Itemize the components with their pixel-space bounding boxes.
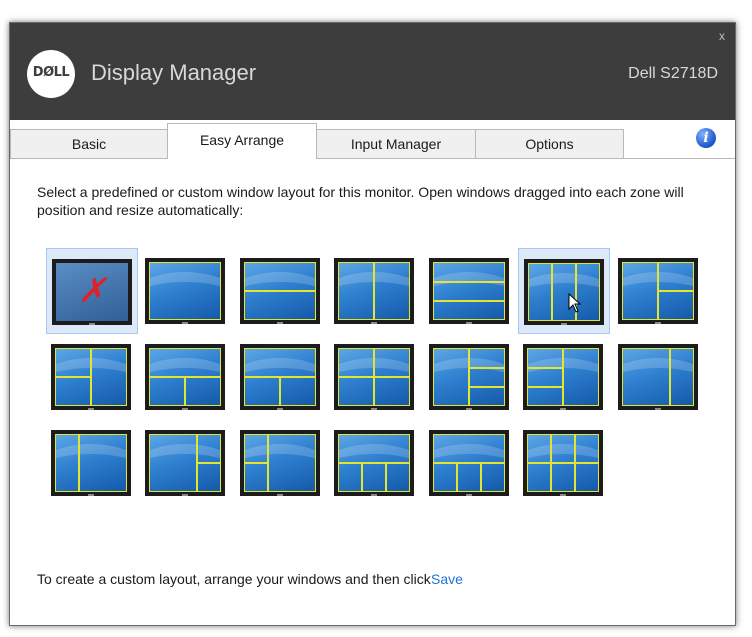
dell-logo-text: DØLL: [32, 65, 70, 80]
monitor-thumbnail: ✗: [52, 259, 132, 325]
dell-logo: DØLL: [27, 50, 75, 98]
layout-custom[interactable]: ✗: [46, 248, 138, 334]
custom-layout-instructions: To create a custom layout, arrange your …: [37, 571, 431, 587]
tab-bar: Basic Easy Arrange Input Manager Options…: [10, 120, 735, 159]
tab-options[interactable]: Options: [475, 129, 624, 158]
layout-left-plus-three[interactable]: [424, 334, 516, 420]
layout-three-left-plus-right[interactable]: [518, 334, 610, 420]
layout-quad[interactable]: [329, 334, 421, 420]
layout-three-horizontal[interactable]: [424, 248, 516, 334]
tab-basic[interactable]: Basic: [10, 129, 168, 158]
layout-grid-b[interactable]: [140, 334, 232, 420]
layout-six-grid[interactable]: [518, 420, 610, 506]
display-manager-window: DØLL Display Manager Dell S2718D x Basic…: [9, 22, 736, 626]
layout-split-left-wide-right[interactable]: [235, 420, 327, 506]
instructions-text: Select a predefined or custom window lay…: [37, 184, 684, 218]
tab-easy-arrange[interactable]: Easy Arrange: [167, 123, 317, 159]
layout-two-thirds-right[interactable]: [46, 420, 138, 506]
layout-left-right-split[interactable]: [613, 248, 705, 334]
custom-layout-x-icon: ✗: [77, 272, 107, 310]
layout-two-thirds-left[interactable]: [613, 334, 705, 420]
close-button[interactable]: x: [719, 29, 725, 43]
layout-three-vertical[interactable]: [518, 248, 610, 334]
layout-top-plus-three-bottom[interactable]: [329, 420, 421, 506]
info-icon[interactable]: i: [696, 128, 716, 148]
layout-grid-a[interactable]: [46, 334, 138, 420]
mouse-cursor-icon: [568, 293, 582, 313]
title-bar: DØLL Display Manager Dell S2718D x: [10, 23, 735, 120]
layout-full-screen[interactable]: [140, 248, 232, 334]
app-title: Display Manager: [91, 60, 257, 85]
layout-wide-left-split-right[interactable]: [140, 420, 232, 506]
monitor-name: Dell S2718D: [628, 65, 718, 82]
save-link[interactable]: Save: [431, 571, 463, 587]
layout-two-horizontal[interactable]: [235, 248, 327, 334]
tab-input-manager[interactable]: Input Manager: [316, 129, 476, 158]
layout-grid-c[interactable]: [235, 334, 327, 420]
layout-two-vertical[interactable]: [329, 248, 421, 334]
layout-top-plus-three-bottom-b[interactable]: [424, 420, 516, 506]
